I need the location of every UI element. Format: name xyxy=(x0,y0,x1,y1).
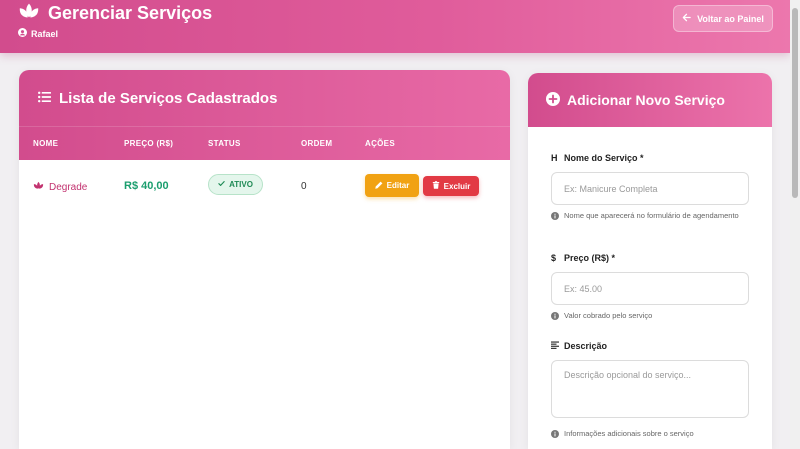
price-group: $ Preço (R$) * Valor cobrado pelo serviç… xyxy=(551,253,749,324)
heading-icon: H xyxy=(551,153,558,163)
page-scrollbar[interactable] xyxy=(790,0,800,449)
back-button-label: Voltar ao Painel xyxy=(697,13,764,24)
column-header-status: STATUS xyxy=(208,139,241,148)
status-text: ATIVO xyxy=(229,180,253,189)
service-name-input[interactable] xyxy=(551,172,749,205)
user-name: Rafael xyxy=(31,28,59,39)
add-service-title: Adicionar Novo Serviço xyxy=(567,92,725,108)
service-name: Degrade xyxy=(49,181,88,193)
lotus-icon xyxy=(33,181,44,193)
page-title: Gerenciar Serviços xyxy=(18,2,212,25)
service-name-help-text: Nome que aparecerá no formulário de agen… xyxy=(564,211,739,220)
service-name-help: Nome que aparecerá no formulário de agen… xyxy=(551,210,749,224)
services-list-header: Lista de Serviços Cadastrados xyxy=(19,70,510,126)
lotus-icon xyxy=(18,2,40,25)
info-icon xyxy=(551,428,559,442)
pencil-icon xyxy=(374,181,383,191)
price-input[interactable] xyxy=(551,272,749,305)
description-label-text: Descrição xyxy=(564,341,608,351)
status-badge: ATIVO xyxy=(208,174,263,195)
trash-icon xyxy=(432,181,440,191)
service-name-group: H Nome do Serviço * Nome que aparecerá n… xyxy=(551,153,749,224)
table-row: Degrade R$ 40,00 ATIVO 0 Editar Excluir xyxy=(19,160,510,214)
column-header-order: ORDEM xyxy=(301,139,333,148)
services-list-title: Lista de Serviços Cadastrados xyxy=(59,89,278,107)
services-list-card: Lista de Serviços Cadastrados NOME PREÇO… xyxy=(19,70,510,449)
top-header: Gerenciar Serviços Rafael Voltar ao Pain… xyxy=(0,0,790,53)
arrow-left-icon xyxy=(682,13,691,24)
dollar-icon: $ xyxy=(551,253,557,263)
scrollbar-thumb[interactable] xyxy=(792,8,798,198)
price-label: $ Preço (R$) * xyxy=(551,253,749,263)
table-header: NOME PREÇO (R$) STATUS ORDEM AÇÕES xyxy=(19,126,510,160)
service-name-label: H Nome do Serviço * xyxy=(551,153,749,163)
list-icon xyxy=(38,90,51,107)
add-service-header: Adicionar Novo Serviço xyxy=(528,73,772,127)
description-group: Descrição Informações adicionais sobre o… xyxy=(551,341,749,442)
description-label: Descrição xyxy=(551,341,749,351)
user-circle-icon xyxy=(18,28,27,39)
price-help: Valor cobrado pelo serviço xyxy=(551,310,749,324)
service-price: R$ 40,00 xyxy=(124,180,169,192)
delete-button[interactable]: Excluir xyxy=(423,176,479,196)
info-icon xyxy=(551,210,559,224)
check-icon xyxy=(218,180,225,189)
column-header-name: NOME xyxy=(33,139,59,148)
description-textarea[interactable] xyxy=(551,360,749,418)
column-header-price: PREÇO (R$) xyxy=(124,139,174,148)
page-title-text: Gerenciar Serviços xyxy=(48,3,213,23)
column-header-actions: AÇÕES xyxy=(365,139,395,148)
delete-button-label: Excluir xyxy=(443,181,471,191)
plus-circle-icon xyxy=(546,91,560,109)
service-name-label-text: Nome do Serviço * xyxy=(564,153,644,163)
edit-button-label: Editar xyxy=(386,181,410,190)
edit-button[interactable]: Editar xyxy=(365,174,419,197)
add-service-card: Adicionar Novo Serviço H Nome do Serviço… xyxy=(528,73,772,449)
service-order: 0 xyxy=(301,181,307,192)
user-info: Rafael xyxy=(18,28,58,39)
description-help-text: Informações adicionais sobre o serviço xyxy=(564,429,694,438)
price-label-text: Preço (R$) * xyxy=(564,253,616,263)
description-help: Informações adicionais sobre o serviço xyxy=(551,428,749,442)
back-to-panel-button[interactable]: Voltar ao Painel xyxy=(673,5,773,32)
info-icon xyxy=(551,310,559,324)
service-name-cell: Degrade xyxy=(33,181,87,193)
align-left-icon xyxy=(551,341,559,351)
price-help-text: Valor cobrado pelo serviço xyxy=(564,311,653,320)
